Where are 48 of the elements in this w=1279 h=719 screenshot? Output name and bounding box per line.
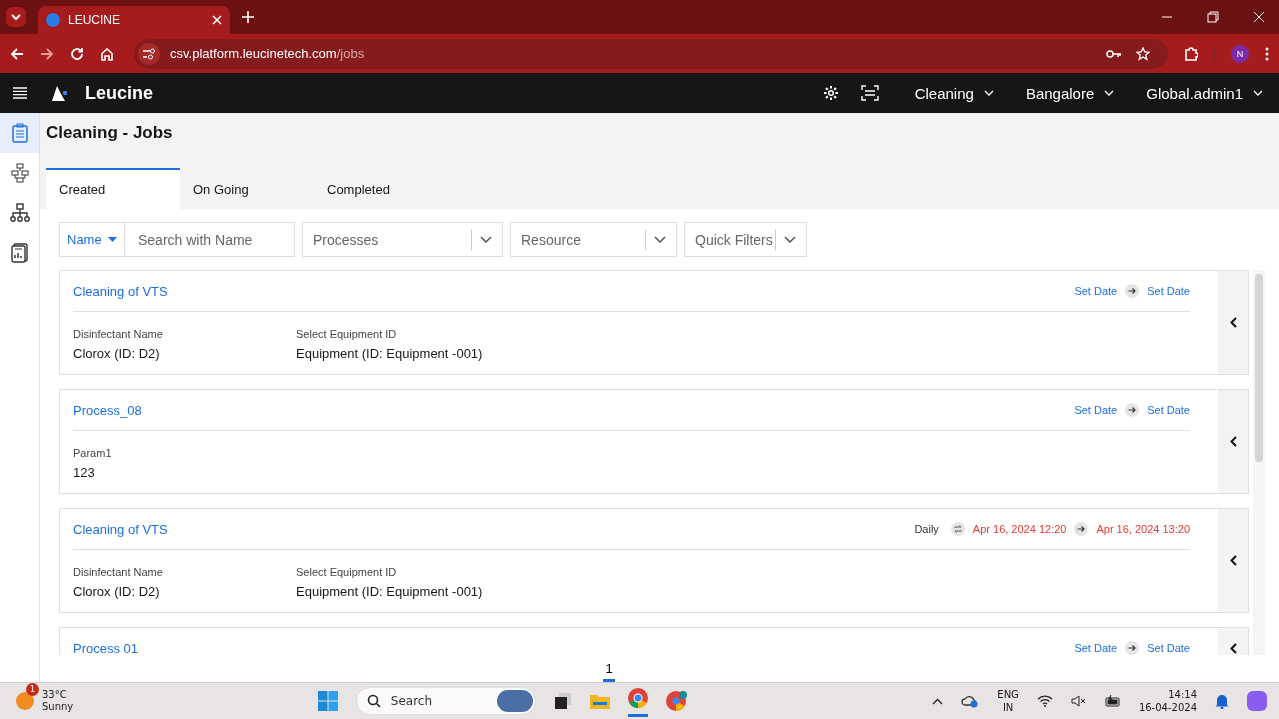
filter-dropdown[interactable]: Quick Filters — [684, 222, 807, 257]
field-label: Param1 — [73, 447, 113, 459]
field-label: Select Equipment ID — [296, 566, 398, 578]
filter-dropdown[interactable]: Processes — [302, 222, 503, 257]
end-date[interactable]: Set Date — [1147, 404, 1190, 416]
search-by-dropdown[interactable]: Name — [59, 222, 125, 257]
weather-condition: Sunny — [42, 701, 74, 713]
job-title-link[interactable]: Cleaning of VTS — [73, 283, 168, 299]
field-value: Equipment (ID: Equipment -001) — [296, 584, 484, 599]
tab[interactable]: On Going — [180, 168, 314, 209]
browser-tab[interactable]: LEUCINE — [38, 6, 230, 34]
language-indicator[interactable]: IN — [1002, 701, 1014, 714]
tab[interactable]: Created — [46, 168, 180, 209]
header-dropdown[interactable]: Bangalore — [1019, 84, 1121, 102]
job-title-link[interactable]: Process_08 — [73, 402, 142, 418]
field-label: Select Equipment ID — [296, 328, 398, 340]
header-dropdown[interactable]: Cleaning — [908, 84, 1000, 102]
brand-name: Leucine — [85, 82, 154, 104]
start-date[interactable]: Set Date — [1074, 404, 1118, 416]
taskbar-search[interactable]: Search — [355, 687, 536, 715]
field-label: Disinfectant Name — [73, 566, 164, 578]
filter-dropdown[interactable]: Resource — [510, 222, 677, 257]
language-indicator[interactable]: ENG — [997, 688, 1019, 701]
profile-avatar[interactable]: N — [1231, 44, 1249, 63]
url-text: csv.platform.leucinetech.com/jobs — [170, 46, 365, 61]
frequency-label: Daily — [914, 523, 939, 535]
start-date[interactable]: Set Date — [1074, 642, 1118, 654]
field-value: Clorox (ID: D2) — [73, 346, 161, 361]
search-field[interactable]: Search with Name — [125, 222, 295, 257]
header-dropdown[interactable]: Global.admin1 — [1140, 84, 1269, 102]
job-title-link[interactable]: Process 01 — [73, 640, 139, 655]
field-value: Equipment (ID: Equipment -001) — [296, 346, 484, 361]
field-value: Clorox (ID: D2) — [73, 584, 161, 599]
temperature: 33°C — [42, 689, 68, 701]
end-date[interactable]: Set Date — [1147, 285, 1190, 297]
end-date[interactable]: Apr 16, 2024 13:20 — [1096, 523, 1190, 535]
notification-badge: 1 — [26, 683, 39, 696]
field-label: Disinfectant Name — [73, 328, 164, 340]
job-title-link[interactable]: Cleaning of VTS — [73, 521, 168, 537]
address-bar[interactable]: csv.platform.leucinetech.com/jobs — [134, 38, 1168, 69]
page-title: Cleaning - Jobs — [46, 122, 174, 144]
tab[interactable]: Completed — [314, 168, 448, 209]
start-date[interactable]: Set Date — [1074, 285, 1118, 297]
clock-time[interactable]: 14:14 — [1168, 688, 1197, 701]
field-value: 123 — [73, 465, 96, 480]
start-date[interactable]: Apr 16, 2024 12:20 — [972, 523, 1067, 535]
clock-date[interactable]: 16-04-2024 — [1138, 701, 1197, 714]
end-date[interactable]: Set Date — [1147, 642, 1190, 654]
